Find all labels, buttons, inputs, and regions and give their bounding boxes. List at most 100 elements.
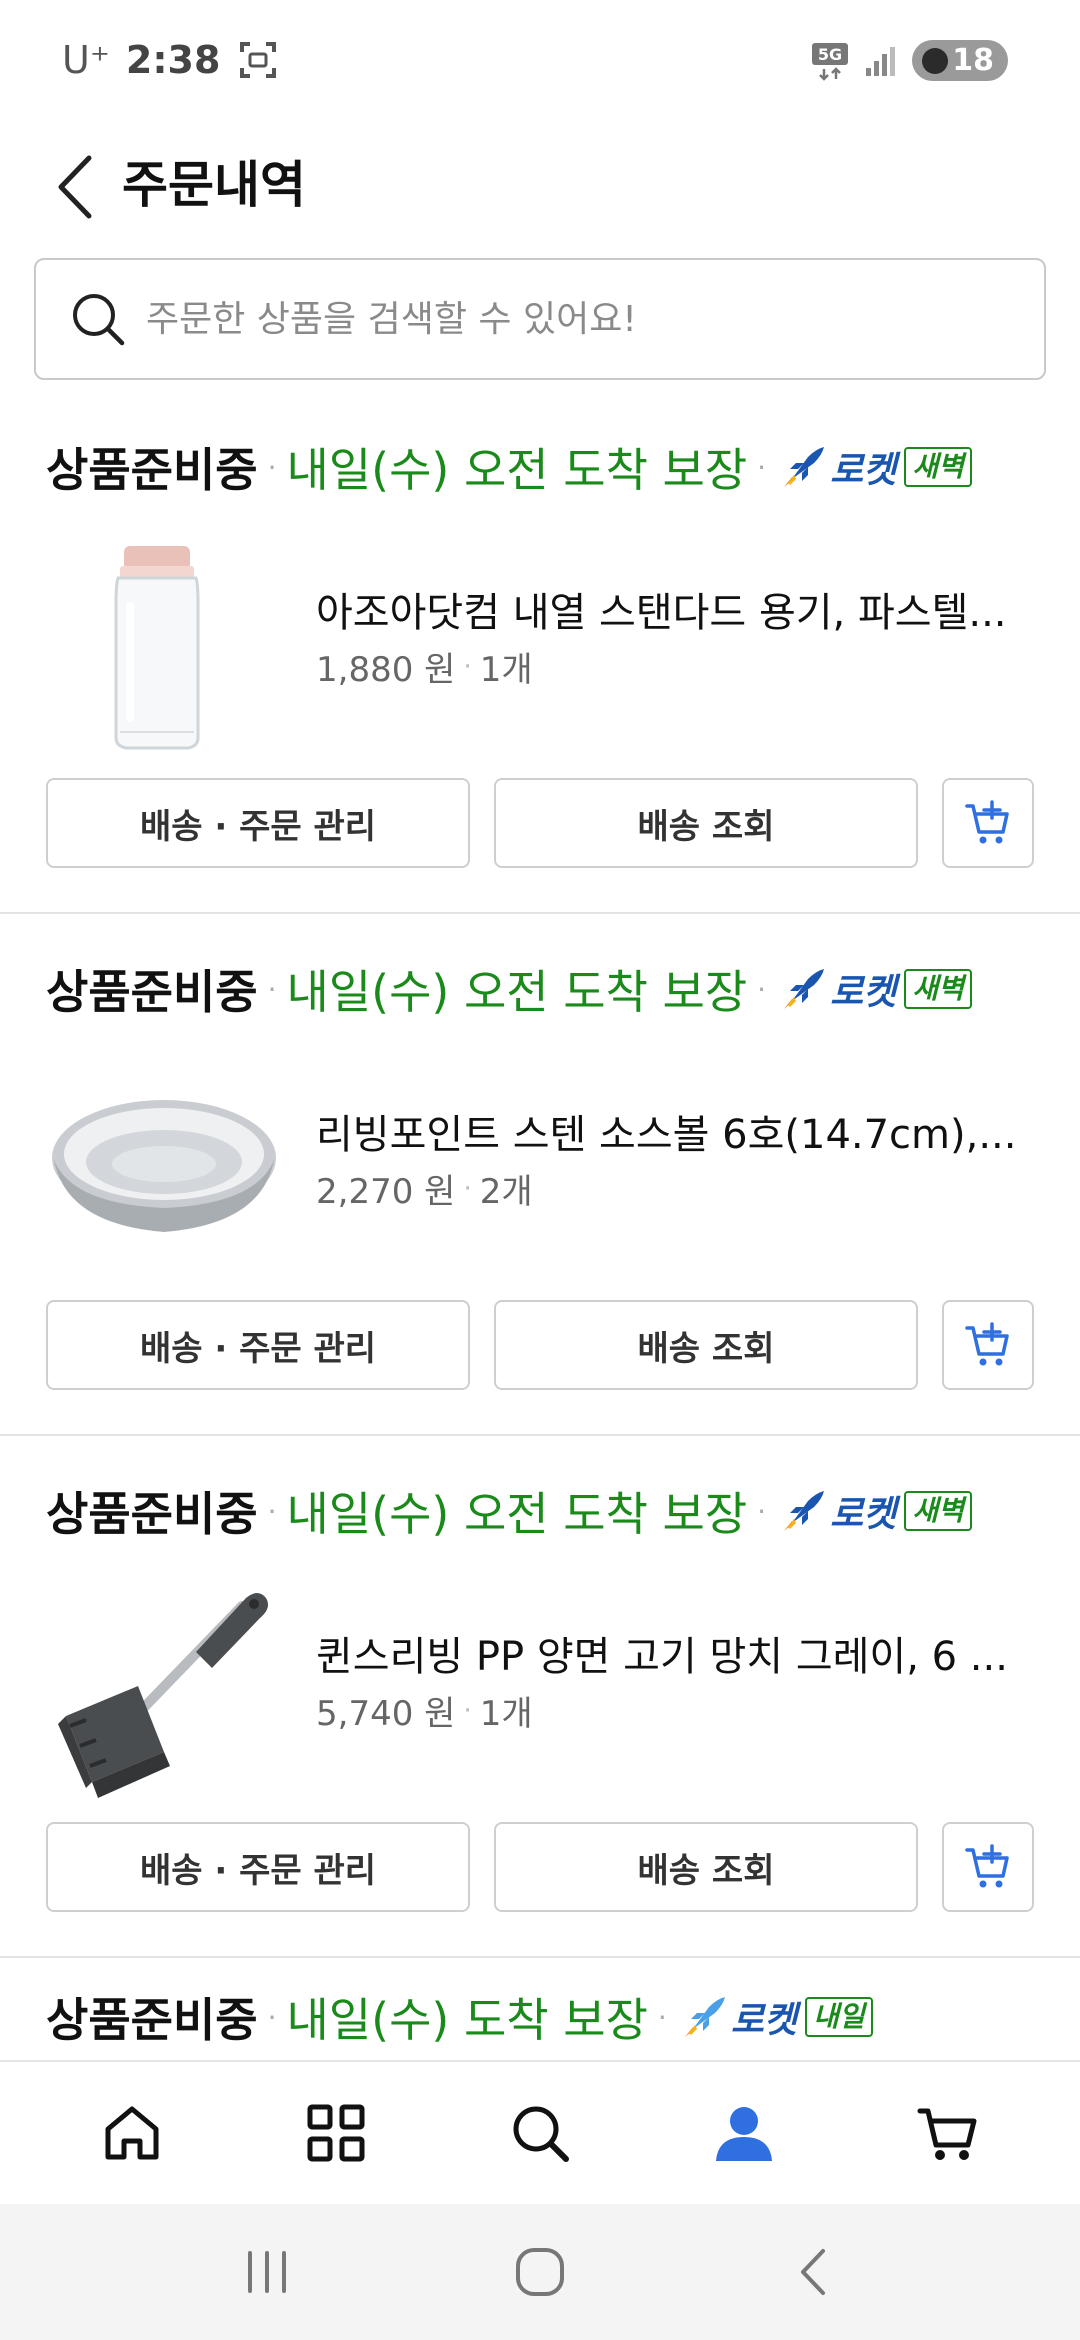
- product-image-steel-bowl[interactable]: [46, 1054, 282, 1290]
- rocket-label: 로켓: [830, 1494, 897, 1535]
- order-header: 상품준비중 · 내일(수) 도착 보장 · 로켓 내일: [46, 1982, 873, 2052]
- add-to-cart-button[interactable]: [942, 1822, 1034, 1912]
- nav-categories[interactable]: [281, 2078, 391, 2188]
- order-header: 상품준비중 · 내일(수) 오전 도착 보장 · 로켓 새벽: [46, 432, 972, 502]
- product-name[interactable]: 아조아닷컴 내열 스탠다드 용기, 파스텔...: [316, 580, 1036, 638]
- home-circle-icon: [515, 2248, 564, 2296]
- delivery-tracking-button[interactable]: 배송 조회: [494, 1300, 918, 1390]
- rocket-delivery-tag: 새벽: [904, 447, 972, 487]
- rocket-icon: [784, 1491, 825, 1531]
- signal-icon: [866, 46, 896, 76]
- add-to-cart-icon: [965, 1844, 1009, 1888]
- recent-apps-icon: [247, 2251, 286, 2293]
- rocket-label: 로켓: [830, 450, 897, 491]
- arrival-guarantee: 내일(수) 오전 도착 보장: [286, 1487, 748, 1541]
- product-name[interactable]: 퀸스리빙 PP 양면 고기 망치 그레이, 6 ...: [316, 1624, 1036, 1682]
- product-meta: 2,270 원 · 2개: [316, 1164, 533, 1213]
- separator-dot: ·: [267, 1494, 277, 1528]
- order-status: 상품준비중: [46, 1487, 258, 1541]
- back-button[interactable]: [40, 142, 110, 232]
- separator-dot: ·: [757, 450, 767, 484]
- product-price: 1,880 원: [316, 650, 456, 690]
- rocket-icon: [784, 969, 825, 1009]
- separator-dot: ·: [463, 1173, 472, 1204]
- add-to-cart-button[interactable]: [942, 1300, 1034, 1390]
- nav-home[interactable]: [77, 2078, 187, 2188]
- system-back-button[interactable]: [763, 2222, 863, 2322]
- product-image-bottle[interactable]: [46, 532, 282, 768]
- product-meta: 5,740 원 · 1개: [316, 1686, 533, 1735]
- recent-apps-button[interactable]: [217, 2222, 317, 2322]
- separator-dot: ·: [657, 2000, 667, 2034]
- product-image-meat-mallet[interactable]: [46, 1576, 282, 1812]
- categories-icon: [307, 2104, 365, 2162]
- order-header: 상품준비중 · 내일(수) 오전 도착 보장 · 로켓 새벽: [46, 1476, 972, 1546]
- separator-dot: ·: [757, 1494, 767, 1528]
- order-status: 상품준비중: [46, 1993, 258, 2047]
- separator-dot: ·: [267, 2000, 277, 2034]
- arrival-guarantee: 내일(수) 도착 보장: [286, 1993, 648, 2047]
- order-status: 상품준비중: [46, 965, 258, 1019]
- rocket-delivery-tag: 새벽: [904, 1491, 972, 1531]
- order-status: 상품준비중: [46, 443, 258, 497]
- order-header: 상품준비중 · 내일(수) 오전 도착 보장 · 로켓 새벽: [46, 954, 972, 1024]
- status-right: 5G 18: [812, 40, 1008, 81]
- home-button[interactable]: [490, 2222, 590, 2322]
- product-quantity: 1개: [479, 650, 533, 690]
- rocket-label: 로켓: [730, 2000, 798, 2041]
- cart-icon: [917, 2108, 977, 2160]
- delivery-order-manage-button[interactable]: 배송 · 주문 관리: [46, 1822, 470, 1912]
- order-search-box[interactable]: [34, 258, 1046, 380]
- product-meta: 1,880 원 · 1개: [316, 642, 533, 691]
- svg-text:5G: 5G: [818, 45, 842, 64]
- product-price: 5,740 원: [316, 1694, 456, 1734]
- delivery-tracking-button[interactable]: 배송 조회: [494, 778, 918, 868]
- rocket-delivery-tag: 새벽: [904, 969, 972, 1009]
- network-5g-icon: 5G: [812, 42, 849, 81]
- nav-search[interactable]: [485, 2078, 595, 2188]
- back-arrow-icon: [801, 2249, 826, 2295]
- chevron-left-icon: [58, 155, 92, 219]
- order-card: 상품준비중 · 내일(수) 오전 도착 보장 · 로켓 새벽 퀸스리빙 PP 양…: [0, 1436, 1080, 1958]
- product-price: 2,270 원: [316, 1172, 456, 1212]
- delivery-tracking-button[interactable]: 배송 조회: [494, 1822, 918, 1912]
- order-search-input[interactable]: [146, 298, 1006, 340]
- bottom-navigation: [0, 2060, 1080, 2204]
- separator-dot: ·: [267, 972, 277, 1006]
- nav-my-page[interactable]: [689, 2078, 799, 2188]
- system-navigation-bar: [0, 2204, 1080, 2340]
- battery-saver-icon: [922, 47, 949, 74]
- battery-level: 18: [952, 43, 994, 78]
- rocket-icon: [684, 1997, 725, 2037]
- rocket-icon: [784, 447, 825, 487]
- screen-capture-icon: [240, 42, 277, 78]
- delivery-order-manage-button[interactable]: 배송 · 주문 관리: [46, 778, 470, 868]
- add-to-cart-button[interactable]: [942, 778, 1034, 868]
- order-card: 상품준비중 · 내일(수) 오전 도착 보장 · 로켓 새벽 리빙포인트 스텐 …: [0, 914, 1080, 1436]
- add-to-cart-icon: [965, 800, 1009, 844]
- rocket-label: 로켓: [830, 972, 897, 1013]
- add-to-cart-icon: [965, 1322, 1009, 1366]
- arrival-guarantee: 내일(수) 오전 도착 보장: [286, 965, 748, 1019]
- product-name[interactable]: 리빙포인트 스텐 소스볼 6호(14.7cm),...: [316, 1102, 1036, 1160]
- search-icon: [73, 294, 125, 346]
- status-left: U⁺ 2:38: [62, 38, 278, 82]
- separator-dot: ·: [757, 972, 767, 1006]
- battery-indicator: 18: [912, 40, 1008, 81]
- rocket-delivery-tag: 내일: [805, 1997, 873, 2037]
- order-card: 상품준비중 · 내일(수) 오전 도착 보장 · 로켓 새벽 아조아닷컴 내열 …: [0, 392, 1080, 914]
- status-bar: U⁺ 2:38 5G 18: [0, 0, 1080, 120]
- nav-cart[interactable]: [893, 2078, 1003, 2188]
- product-quantity: 1개: [479, 1694, 533, 1734]
- search-icon: [513, 2106, 569, 2162]
- status-time: 2:38: [125, 38, 221, 82]
- separator-dot: ·: [463, 1695, 472, 1726]
- delivery-order-manage-button[interactable]: 배송 · 주문 관리: [46, 1300, 470, 1390]
- carrier-label: U⁺: [62, 38, 110, 82]
- home-icon: [105, 2106, 159, 2160]
- product-quantity: 2개: [479, 1172, 533, 1212]
- app-header: 주문내역: [0, 120, 1080, 250]
- arrival-guarantee: 내일(수) 오전 도착 보장: [286, 443, 748, 497]
- order-card: 상품준비중 · 내일(수) 도착 보장 · 로켓 내일: [0, 1958, 1080, 2060]
- separator-dot: ·: [463, 651, 472, 682]
